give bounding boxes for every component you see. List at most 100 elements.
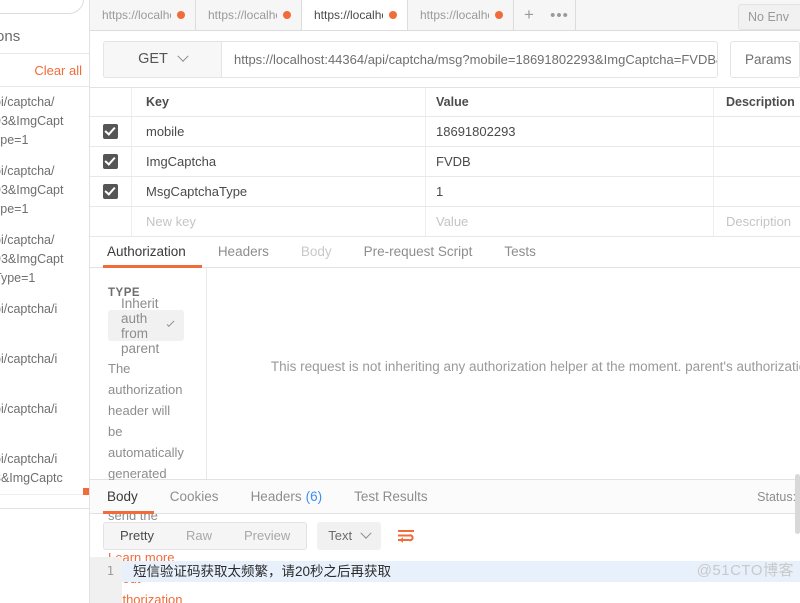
view-mode-raw[interactable]: Raw [170,523,228,549]
response-tab-test-results[interactable]: Test Results [338,489,444,513]
new-tab-button[interactable]: + [514,0,544,30]
list-item-label: 3&ImgCaptc [0,471,63,485]
response-format-select[interactable]: Text [317,521,382,550]
tab-pre-request-script[interactable]: Pre-request Script [348,244,489,267]
list-item-label: pi/captcha/ [0,164,55,178]
param-key-input[interactable]: MsgCaptchaType [132,177,426,206]
postman-window: llections Clear all pi/captcha/93&ImgCap… [0,0,800,603]
param-enabled-cell [90,117,132,146]
param-value-input[interactable]: 18691802293 [426,117,714,146]
table-row: ImgCaptcha FVDB [90,147,800,177]
request-tab[interactable]: https://localhost:44 [302,0,408,30]
vertical-scrollbar[interactable] [795,474,800,534]
wrap-lines-icon[interactable] [391,522,421,550]
view-mode-pretty[interactable]: Pretty [104,523,170,549]
request-tab-label: https://localhost:44 [102,8,171,22]
param-key-input[interactable]: ImgCaptcha [132,147,426,176]
header-checkbox-cell [90,88,132,116]
list-item-label: Type=1 [0,271,36,285]
response-body-toolbar: Pretty Raw Preview Text [90,514,800,557]
tab-headers[interactable]: Headers [202,244,285,267]
sidebar-active-marker [83,488,89,495]
response-view-mode-group[interactable]: Pretty Raw Preview [103,521,308,550]
environment-selector[interactable]: No Env [738,4,800,30]
line-number: 1 [106,564,114,578]
response-tab-label: Headers [250,489,302,504]
param-description-input[interactable] [714,147,800,176]
response-format-value: Text [328,528,353,543]
header-key: Key [132,88,426,116]
list-item-label: pi/captcha/i [0,302,58,316]
new-param-value-input[interactable]: Value [426,207,714,236]
clear-all-button[interactable]: Clear all [34,63,82,78]
sidebar-tabs[interactable]: llections [0,19,89,54]
param-value-input[interactable]: 1 [426,177,714,206]
tab-tests[interactable]: Tests [488,244,552,267]
request-tab[interactable]: https://localhost:44 [408,0,514,30]
tab-overflow-menu-button[interactable]: ••• [544,0,576,30]
param-description-input[interactable] [714,117,800,146]
param-enabled-checkbox[interactable] [103,124,118,139]
sidebar-tab-collections[interactable]: llections [0,28,20,45]
history-list[interactable]: pi/captcha/93&ImgCapt ype=1 pi/captcha/93&… [0,87,89,603]
sidebar: llections Clear all pi/captcha/93&ImgCap… [0,0,90,603]
table-header-row: Key Value Description [90,88,800,117]
new-param-key-input[interactable]: New key [132,207,426,236]
url-bar: GET https://localhost:44364/api/captcha/… [90,31,800,88]
unsaved-changes-icon [283,11,291,19]
unsaved-changes-icon [389,11,397,19]
list-item-label: 93&ImgCapt [0,114,64,128]
list-item[interactable]: pi/captcha/i [0,344,89,394]
list-item[interactable]: pi/captcha/i 3&ImgCaptc [0,444,89,494]
response-tab-cookies[interactable]: Cookies [154,489,235,513]
list-item-label: pi/captcha/ [0,233,55,247]
request-tab-label: https://localhost:44 [420,8,489,22]
chevron-down-icon [177,50,189,62]
unsaved-changes-icon [495,11,503,19]
param-enabled-cell [90,147,132,176]
request-tab[interactable]: https://localhost:44 [90,0,196,30]
response-tab-label: Test Results [354,489,428,504]
list-item-label: ype=1 [0,202,29,216]
list-item[interactable]: pi/captcha/i [0,294,89,344]
chevron-down-icon [360,527,372,539]
view-mode-preview[interactable]: Preview [228,523,306,549]
list-item[interactable]: pi/captcha/93&ImgCapt ype=1 [0,156,89,225]
response-tab-label: Cookies [169,489,219,504]
tab-authorization[interactable]: Authorization [103,244,202,268]
http-method-selector[interactable]: GET [103,40,221,78]
auth-type-select[interactable]: Inherit auth from parent [108,296,184,356]
response-tab-body[interactable]: Body [103,489,154,514]
list-item[interactable]: pi/captcha/93&ImgCapt ype=1 [0,87,89,156]
sidebar-clear-row: Clear all [0,54,89,87]
list-item[interactable]: pi/captcha/i [0,394,89,444]
param-key-input[interactable]: mobile [132,117,426,146]
response-tab-headers[interactable]: Headers (6) [235,489,339,513]
param-enabled-cell [90,177,132,206]
param-enabled-checkbox[interactable] [103,154,118,169]
url-input[interactable]: https://localhost:44364/api/captcha/msg?… [221,40,718,78]
tab-body[interactable]: Body [285,244,348,267]
response-code-area[interactable]: 短信验证码获取太频繁，请20秒之后再获取 @51CTO博客 [122,557,800,603]
request-tab-label: https://localhost:44 [208,8,277,22]
param-description-input[interactable] [714,177,800,206]
param-value-input[interactable]: FVDB [426,147,714,176]
new-param-description-input[interactable]: Description [714,207,800,236]
param-enabled-checkbox[interactable] [103,184,118,199]
request-section-tabs: Authorization Headers Body Pre-request Scri… [90,237,800,268]
list-item[interactable]: pi/captcha/93&ImgCapt Type=1 [0,225,89,294]
request-tab[interactable]: https://localhost:44 [196,0,302,30]
history-group: pi/captcha/93&ImgCapt ype=1 pi/captcha/93&… [0,87,89,495]
table-row: mobile 18691802293 [90,117,800,147]
query-params-table: Key Value Description mobile 18691802293 ImgC… [90,88,800,237]
auth-preview-column: This request is not inheriting any autho… [207,268,800,479]
response-tab-label: Body [107,489,138,504]
list-item-label: 93&ImgCapt [0,183,64,197]
list-item-label: pi/captcha/ [0,95,55,109]
list-item-label: pi/captcha/i [0,352,58,366]
sidebar-search-input[interactable] [0,0,84,14]
auth-type-value: Inherit auth from parent [121,295,160,356]
params-button[interactable]: Params [730,40,800,78]
auth-config-column: TYPE Inherit auth from parent The author… [90,268,207,603]
header-description: Description [726,95,795,109]
